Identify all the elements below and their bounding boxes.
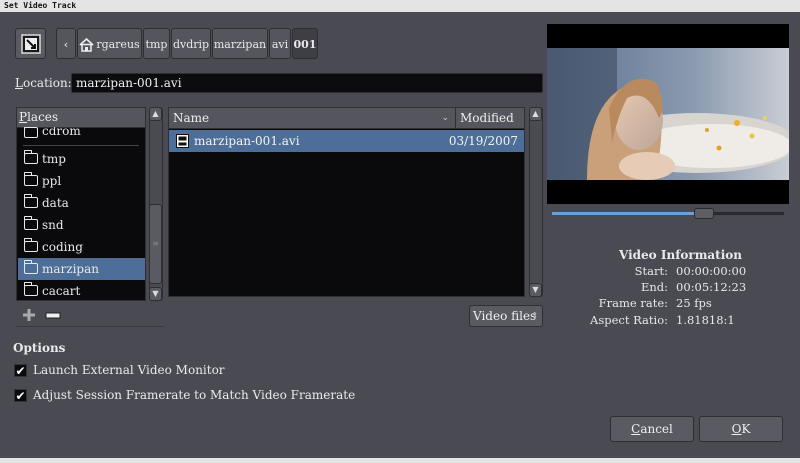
column-modified-label: Modified [460, 111, 514, 125]
breadcrumb-avi[interactable]: avi [269, 28, 291, 59]
video-info-key: End: [640, 280, 668, 294]
file-filter-select[interactable]: Video files ⇕ [469, 305, 543, 327]
places-separator [23, 145, 139, 146]
seek-slider[interactable] [552, 208, 784, 220]
place-item-cacart[interactable]: cacart [18, 280, 145, 302]
breadcrumb-label: dvdrip [172, 38, 210, 51]
folder-icon [24, 194, 38, 208]
files-header: Name ⌄ Modified [169, 108, 524, 129]
adjust-framerate-label[interactable]: Adjust Session Framerate to Match Video … [33, 388, 355, 402]
launch-monitor-checkbox[interactable]: ✔ [14, 364, 27, 377]
places-scroll-up[interactable]: ▲ [149, 107, 162, 121]
file-filter-value: Video files [473, 309, 537, 323]
folder-icon [24, 172, 38, 186]
breadcrumb-001[interactable]: 001 [292, 28, 318, 59]
sort-chevron-icon: ⌄ [441, 113, 449, 123]
toggle-location-button[interactable] [15, 28, 46, 59]
path-back-button[interactable]: ‹ [56, 28, 76, 59]
checkmark-icon: ✔ [15, 364, 26, 378]
video-info-key: Start: [634, 264, 668, 278]
video-preview [547, 24, 789, 204]
breadcrumb-label: marzipan [213, 38, 267, 51]
add-place-button[interactable] [22, 308, 36, 322]
file-row[interactable]: marzipan-001.avi 03/19/2007 [169, 130, 524, 152]
breadcrumb-dvdrip[interactable]: dvdrip [171, 28, 211, 59]
location-input-value: marzipan-001.avi [76, 76, 182, 90]
window-title: Set Video Track [0, 0, 800, 12]
place-item-tmp[interactable]: tmp [18, 148, 145, 170]
folder-icon [24, 150, 38, 164]
video-info-key: Frame rate: [598, 296, 668, 310]
video-info-value: 25 fps [676, 296, 712, 310]
window-bottom-edge [0, 458, 800, 463]
video-info-key: Aspect Ratio: [590, 313, 668, 327]
files-scroll-up[interactable]: ▲ [529, 107, 542, 121]
checkmark-icon: ✔ [15, 389, 26, 403]
place-item-coding[interactable]: coding [18, 236, 145, 258]
breadcrumb-tmp[interactable]: tmp [143, 28, 170, 59]
places-scroll-down[interactable]: ▼ [149, 287, 162, 301]
place-item-marzipan[interactable]: marzipan [18, 258, 145, 280]
places-bottom-divider [16, 326, 164, 327]
folder-icon [24, 216, 38, 230]
places-header[interactable]: Places [17, 108, 145, 128]
files-scroll-down[interactable]: ▼ [529, 283, 542, 297]
place-label: coding [42, 240, 83, 254]
breadcrumb-label: rgareus [96, 38, 140, 51]
column-modified-header[interactable]: Modified [457, 108, 524, 128]
toggle-typing-icon [20, 34, 41, 54]
breadcrumb-label: tmp [145, 38, 168, 51]
breadcrumb-home[interactable]: rgareus [77, 28, 142, 59]
location-label: Location: [15, 76, 72, 90]
place-item-ppl[interactable]: ppl [18, 170, 145, 192]
folder-icon [24, 282, 38, 296]
options-title: Options [13, 341, 66, 355]
place-label: ppl [42, 174, 62, 188]
place-item-data[interactable]: data [18, 192, 145, 214]
back-icon: ‹ [63, 38, 69, 51]
place-item-snd[interactable]: snd [18, 214, 145, 236]
file-modified: 03/19/2007 [448, 134, 518, 148]
adjust-framerate-checkbox[interactable]: ✔ [14, 389, 27, 402]
seek-fill [552, 212, 704, 215]
files-panel[interactable]: Name ⌄ Modified marzipan-001.avi 03/19/2… [168, 107, 525, 297]
chevron-updown-icon: ⇕ [531, 311, 538, 320]
video-info-value: 00:05:12:23 [676, 280, 747, 294]
breadcrumb-label: 001 [293, 38, 317, 51]
video-info-title: Video Information [619, 248, 742, 262]
home-icon [79, 37, 94, 52]
video-frame-image [547, 48, 789, 180]
remove-place-button[interactable] [45, 308, 61, 322]
place-item-cdrom[interactable]: cdrom [18, 127, 145, 141]
remove-icon [45, 312, 61, 319]
breadcrumb-marzipan[interactable]: marzipan [212, 28, 268, 59]
breadcrumb-label: avi [271, 38, 289, 51]
folder-icon [24, 238, 38, 252]
folder-icon [24, 260, 38, 274]
seek-handle[interactable] [694, 208, 714, 219]
column-name-header[interactable]: Name ⌄ [169, 108, 456, 128]
place-label: data [42, 196, 69, 210]
cancel-button[interactable]: Cancel [610, 416, 694, 442]
places-scroll-thumb[interactable]: ≡ [149, 204, 162, 284]
video-info-value: 1.81818:1 [676, 313, 735, 327]
places-panel[interactable]: Places cdrom tmp ppl data snd coding mar… [16, 107, 146, 301]
ok-button[interactable]: OK [699, 416, 783, 442]
location-input[interactable]: marzipan-001.avi [71, 73, 543, 93]
launch-monitor-label[interactable]: Launch External Video Monitor [33, 363, 225, 377]
place-label: tmp [42, 152, 66, 166]
video-info-value: 00:00:00:00 [676, 264, 747, 278]
files-scrollbar[interactable] [529, 107, 543, 297]
place-label: snd [42, 218, 64, 232]
folder-icon [24, 127, 38, 138]
place-label: cacart [42, 284, 81, 298]
column-name-label: Name [173, 111, 210, 125]
place-label: marzipan [42, 262, 99, 276]
file-icon [176, 134, 189, 148]
file-name: marzipan-001.avi [194, 134, 300, 148]
place-label: cdrom [42, 127, 81, 138]
add-icon [23, 309, 35, 321]
